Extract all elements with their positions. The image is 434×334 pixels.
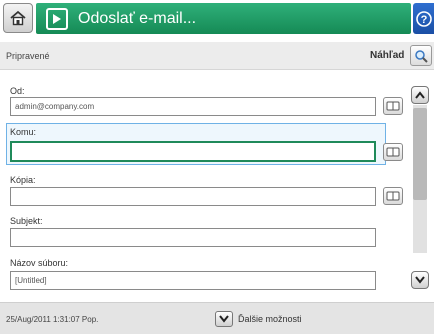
send-email-icon bbox=[46, 7, 68, 30]
filename-label: Názov súboru: bbox=[10, 258, 69, 268]
to-label: Komu: bbox=[10, 127, 37, 137]
timestamp: 25/Aug/2011 1:31:07 Pop. bbox=[6, 315, 99, 324]
scroll-thumb[interactable] bbox=[413, 108, 427, 200]
from-address-book-button[interactable] bbox=[383, 97, 403, 115]
scroll-down-button[interactable] bbox=[411, 271, 429, 289]
address-book-icon bbox=[386, 191, 400, 201]
cc-field[interactable] bbox=[10, 187, 376, 206]
status-text: Pripravené bbox=[6, 51, 50, 61]
preview-label: Náhľad bbox=[370, 50, 405, 61]
bottom-bar: 25/Aug/2011 1:31:07 Pop. Ďalšie možnosti bbox=[0, 302, 434, 334]
to-address-book-button[interactable] bbox=[383, 143, 403, 161]
from-field[interactable]: admin@company.com bbox=[10, 97, 376, 116]
title-bar: Odoslať e-mail... bbox=[36, 3, 411, 34]
chevron-down-icon bbox=[415, 276, 425, 284]
address-book-icon bbox=[386, 101, 400, 111]
more-options-label[interactable]: Ďalšie možnosti bbox=[238, 314, 302, 324]
home-button[interactable] bbox=[3, 3, 33, 33]
scroll-up-button[interactable] bbox=[411, 86, 429, 104]
cc-label: Kópia: bbox=[10, 175, 36, 185]
svg-text:?: ? bbox=[420, 14, 427, 26]
home-icon bbox=[10, 10, 26, 26]
chevron-down-icon bbox=[219, 315, 229, 323]
subject-field[interactable] bbox=[10, 228, 376, 247]
page-title: Odoslať e-mail... bbox=[78, 9, 197, 27]
top-bar: Odoslať e-mail... ? bbox=[0, 0, 434, 38]
preview-button[interactable] bbox=[410, 45, 432, 66]
help-icon: ? bbox=[415, 10, 432, 27]
subject-label: Subjekt: bbox=[10, 216, 43, 226]
status-row: Pripravené Náhľad bbox=[0, 42, 434, 70]
chevron-up-icon bbox=[415, 91, 425, 99]
cc-address-book-button[interactable] bbox=[383, 187, 403, 205]
help-button[interactable]: ? bbox=[413, 3, 434, 34]
filename-field[interactable]: [Untitled] bbox=[10, 271, 376, 290]
magnifier-icon bbox=[415, 49, 428, 63]
address-book-icon bbox=[386, 147, 400, 157]
from-label: Od: bbox=[10, 86, 25, 96]
to-field[interactable] bbox=[10, 141, 376, 162]
more-options-button[interactable] bbox=[215, 311, 233, 327]
